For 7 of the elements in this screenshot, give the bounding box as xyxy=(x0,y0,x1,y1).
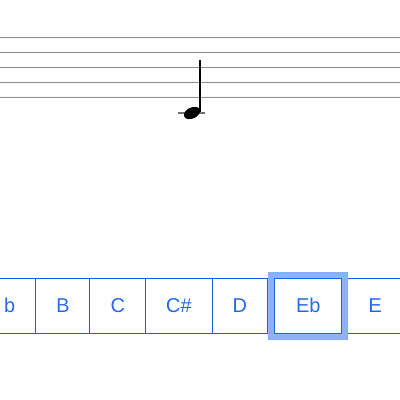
note-key[interactable]: b xyxy=(0,279,36,333)
note-key[interactable]: E xyxy=(348,279,400,333)
note-key[interactable]: B xyxy=(36,279,90,333)
note-key[interactable]: Eb xyxy=(268,272,348,340)
note-key[interactable]: C xyxy=(90,279,146,333)
note-key[interactable]: C# xyxy=(146,279,212,333)
quarter-note-icon xyxy=(177,59,207,121)
